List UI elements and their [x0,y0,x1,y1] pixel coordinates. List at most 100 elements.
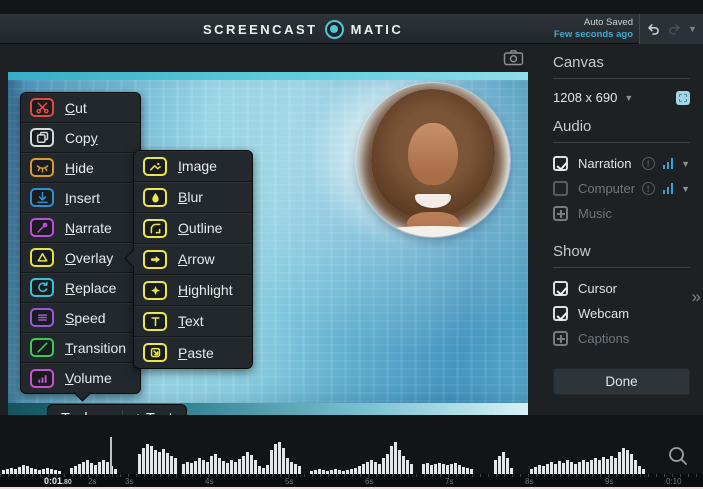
row-label: Webcam [578,306,630,321]
done-button[interactable]: Done [553,368,690,395]
outline-icon [143,218,167,238]
menu-item-speed[interactable]: Speed [21,303,140,333]
logo-text-left: SCREENCAST [203,21,318,37]
menu-item-hide[interactable]: Hide [21,153,140,183]
menu-item-paste[interactable]: Paste [134,337,252,368]
menu-item-label: Volume [65,370,112,386]
audio-waveform[interactable] [2,440,654,474]
menu-item-label: Transition [65,339,127,356]
alert-icon: ! [641,157,655,170]
window-top-strip [0,0,703,14]
ruler-label-4s: 4s [205,477,214,486]
arrow-icon [143,249,167,269]
checkbox-checked-icon[interactable] [553,156,568,171]
redo-icon [669,23,680,35]
history-caret-icon[interactable]: ▼ [688,24,697,34]
chevron-down-icon: ▼ [624,92,634,103]
menu-item-copy[interactable]: Copy [21,123,140,153]
time-ruler[interactable]: 0:01.80 2s 3s 4s 5s 6s 7s 8s 9s 0:10 [0,474,703,487]
audio-rows: Narration! ▼ Computer! ▼ Music [553,151,690,226]
undo-icon[interactable] [646,22,661,37]
menu-item-insert[interactable]: Insert [21,183,140,213]
playhead[interactable] [110,437,112,474]
row-label: Narration [578,156,632,171]
show-row-captions[interactable]: Captions [553,326,690,351]
autosave-label: Auto Saved [583,17,633,28]
autosave-time: Few seconds ago [553,28,633,40]
menu-item-blur[interactable]: Blur [134,182,252,213]
canvas-size-value: 1208 x 690 [553,90,618,105]
canvas-size-dropdown[interactable]: 1208 x 690 ▼ [553,90,690,105]
row-label: Music [578,206,612,221]
header: SCREENCAST MATIC Auto Saved Few seconds … [0,14,703,44]
copy-icon [30,128,54,147]
menu-item-outline[interactable]: Outline [134,213,252,244]
blur-icon [143,187,167,207]
camera-icon[interactable] [503,49,524,66]
row-label: Computer [578,181,636,196]
zoom-icon[interactable] [667,445,689,467]
show-rows: Cursor Webcam Captions [553,276,690,351]
menu-item-text[interactable]: Text [134,306,252,337]
menu-item-transition[interactable]: Transition [21,333,140,363]
menu-item-label: Outline [178,220,223,236]
speed-icon [30,308,54,327]
tools-context-menu: Cut Copy Hide Insert Narrate Overlay Replace Sp… [20,92,141,394]
add-icon[interactable] [553,331,568,346]
volume-icon [30,368,54,388]
audio-row-music[interactable]: Music [553,201,690,226]
menu-item-narrate[interactable]: Narrate [21,213,140,243]
alert-icon: ! [641,182,655,195]
menu-item-replace[interactable]: Replace [21,273,140,303]
checkbox-checked-icon[interactable] [553,306,568,321]
insert-icon [30,188,54,207]
show-row-cursor[interactable]: Cursor [553,276,690,301]
text-icon [143,311,167,331]
menu-item-label: Narrate [65,219,112,236]
row-label: Captions [578,331,630,346]
image-icon [143,156,167,176]
menu-item-label: Hide [65,159,94,176]
audio-row-computer[interactable]: Computer! ▼ [553,176,690,201]
menu-item-arrow[interactable]: Arrow [134,244,252,275]
panel-expander-icon[interactable]: » [692,287,701,307]
app-window: SCREENCAST MATIC Auto Saved Few seconds … [0,0,703,489]
menu-item-label: Highlight [178,282,233,298]
menu-item-highlight[interactable]: Highlight [134,275,252,306]
menu-item-label: Blur [178,189,203,205]
ruler-label-7s: 7s [445,477,454,486]
app-logo: SCREENCAST MATIC [203,14,403,44]
replace-icon [30,278,54,297]
menu-item-image[interactable]: Image [134,151,252,182]
ruler-label-0:10: 0:10 [666,477,682,486]
ruler-label-2s: 2s [88,477,97,486]
add-icon[interactable] [553,206,568,221]
timeline[interactable]: 0:01.80 2s 3s 4s 5s 6s 7s 8s 9s 0:10 [0,415,703,489]
logo-text-right: MATIC [350,21,404,37]
cut-icon [30,98,54,117]
checkbox-unchecked-icon[interactable] [553,181,568,196]
history-controls: ▼ [639,14,703,44]
webcam-overlay[interactable] [356,83,510,237]
overlay-submenu: Image Blur Outline Arrow Highlight Text Paste [133,150,253,369]
row-label: Cursor [578,281,618,296]
audio-row-narration[interactable]: Narration! ▼ [553,151,690,176]
canvas-section-heading: Canvas [553,45,690,79]
chevron-down-icon[interactable]: ▼ [681,184,690,194]
menu-item-cut[interactable]: Cut [21,93,140,123]
highlight-icon [143,280,167,300]
checkbox-checked-icon[interactable] [553,281,568,296]
ruler-label-5s: 5s [285,477,294,486]
menu-item-overlay[interactable]: Overlay [21,243,140,273]
volume-meter-icon[interactable] [662,183,674,194]
menu-item-label: Text [178,313,204,329]
current-time: 0:01.80 [44,476,72,486]
chevron-down-icon[interactable]: ▼ [681,159,690,169]
ruler-ticks [0,474,703,477]
show-row-webcam[interactable]: Webcam [553,301,690,326]
canvas-resize-icon[interactable] [676,90,690,105]
show-section-heading: Show [553,234,690,268]
volume-meter-icon[interactable] [662,158,674,169]
menu-item-label: Speed [65,309,106,326]
menu-item-label: Cut [65,99,87,116]
